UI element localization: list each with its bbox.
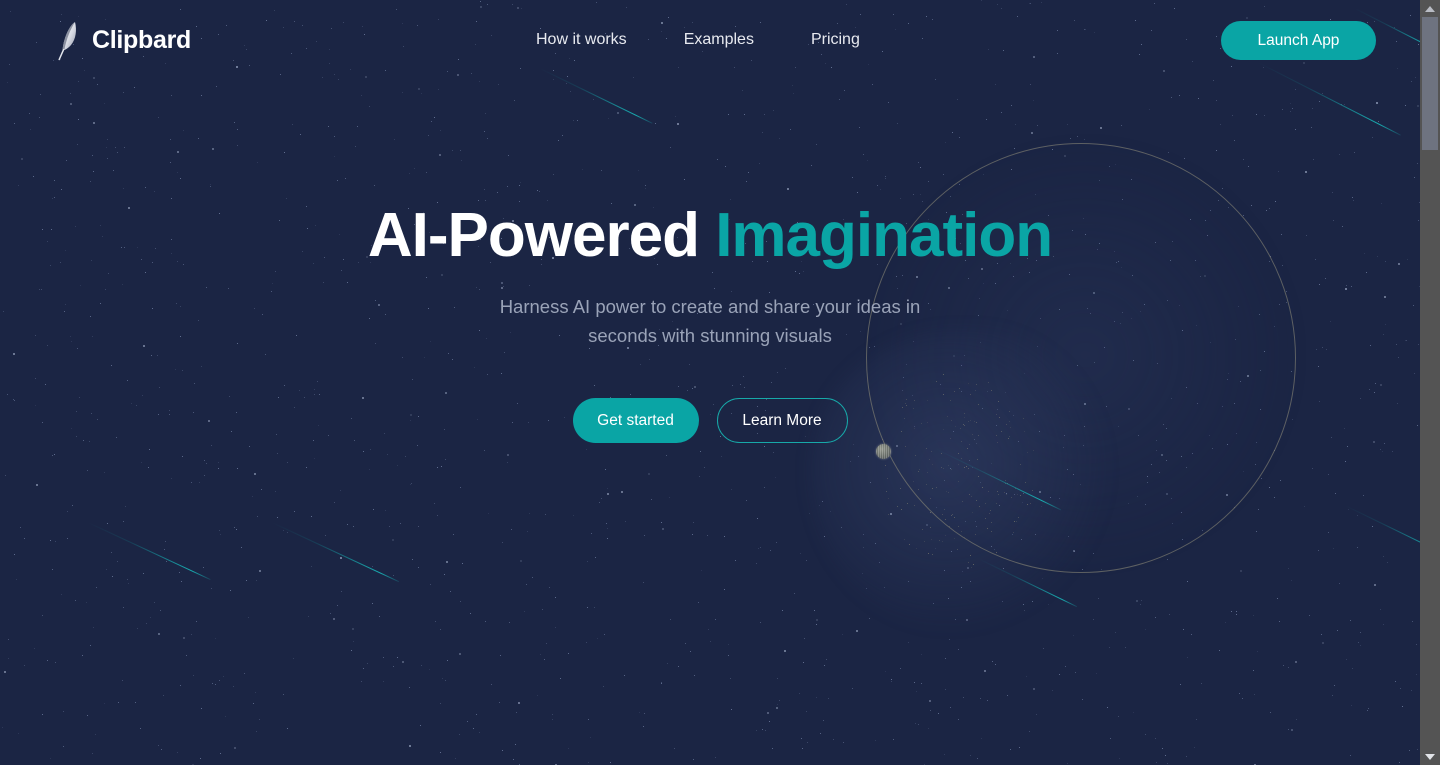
brand-name: Clipbard <box>92 25 191 54</box>
nav-item-how-it-works[interactable]: How it works <box>536 31 627 49</box>
feather-quill-icon <box>56 18 82 62</box>
hero-headline: AI-Powered Imagination <box>367 201 1053 270</box>
get-started-button[interactable]: Get started <box>572 398 699 444</box>
hero-subheadline: Harness AI power to create and share you… <box>499 296 921 346</box>
scroll-down-arrow-icon[interactable] <box>1420 748 1440 765</box>
headline-accent: Imagination <box>715 201 1053 270</box>
main-nav: How it works Examples Pricing <box>536 31 860 49</box>
landing-page: Clipbard How it works Examples Pricing L… <box>0 0 1440 765</box>
scroll-thumb[interactable] <box>1422 17 1438 150</box>
hero-section: AI-Powered Imagination Harness AI power … <box>0 0 1420 765</box>
learn-more-button[interactable]: Learn More <box>716 398 848 444</box>
scroll-up-arrow-icon[interactable] <box>1420 0 1440 17</box>
launch-app-button[interactable]: Launch App <box>1221 21 1376 60</box>
hero-cta-row: Get started Learn More <box>572 398 848 444</box>
headline-plain: AI-Powered <box>367 201 700 270</box>
page-scrollbar[interactable] <box>1420 0 1440 765</box>
brand-logo[interactable]: Clipbard <box>56 18 191 62</box>
site-header: Clipbard How it works Examples Pricing L… <box>0 0 1420 80</box>
nav-item-examples[interactable]: Examples <box>684 31 754 49</box>
nav-item-pricing[interactable]: Pricing <box>811 31 860 49</box>
